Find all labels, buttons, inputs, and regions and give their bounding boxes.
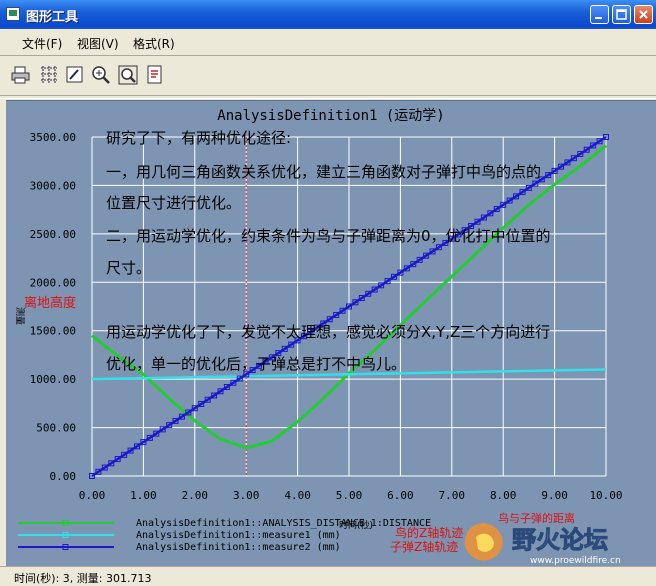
toolbar-separator (0, 95, 656, 99)
maximize-button[interactable] (612, 5, 631, 24)
x-tick-label: 8.00 (490, 489, 517, 502)
y-tick-label: 2000.00 (30, 276, 76, 289)
legend-label: AnalysisDefinition1::measure1 (mm) (136, 530, 341, 541)
y-tick-label: 2500.00 (30, 228, 76, 241)
legend-note-bird: 鸟的Z轴轨迹 (395, 525, 463, 540)
annotation-line-5: 尺寸。 (106, 259, 151, 277)
x-tick-label: 5.00 (336, 489, 363, 502)
y-tick-label: 500.00 (36, 422, 76, 435)
annotation-line-1: 研究了下，有两种优化途径: (106, 129, 291, 147)
menu-format[interactable]: 格式(R) (133, 35, 175, 52)
chart-title: AnalysisDefinition1 (运动学) (217, 108, 444, 124)
legend-note-distance: 鸟与子弹的距离 (498, 511, 575, 525)
y-tick-label: 1000.00 (30, 373, 76, 386)
legend-item: AnalysisDefinition1::measure2 (mm) (18, 542, 341, 553)
x-tick-label: 9.00 (541, 489, 568, 502)
x-tick-label: 1.00 (130, 489, 157, 502)
x-tick-label: 7.00 (439, 489, 466, 502)
watermark-logo-icon (464, 523, 503, 561)
format-icon[interactable] (64, 64, 86, 86)
chart-panel[interactable]: AnalysisDefinition1 (运动学) 0.00 500.00 1000… (6, 100, 656, 567)
menu-bar: 文件(F) 视图(V) 格式(R) (0, 29, 656, 55)
annotation-line-4: 二，用运动学优化，约束条件为鸟与子弹距离为0，优化打中位置的 (106, 227, 551, 245)
title-bar[interactable]: 图形工具 (0, 0, 656, 29)
window-title: 图形工具 (26, 10, 79, 25)
x-tick-label: 2.00 (182, 489, 209, 502)
x-tick-label: 4.00 (284, 489, 311, 502)
legend-item: AnalysisDefinition1::ANALYSIS_DISTANCE_1… (18, 518, 431, 529)
annotation-line-2: 一，用几何三角函数关系优化，建立三角函数对子弹打中鸟的点的 (106, 163, 541, 181)
x-tick-label: 6.00 (387, 489, 414, 502)
y-tick-label: 0.00 (50, 470, 77, 483)
chart-svg[interactable]: AnalysisDefinition1 (运动学) 0.00 500.00 1000… (6, 101, 656, 567)
menu-view[interactable]: 视图(V) (77, 35, 119, 52)
x-tick-label: 10.00 (589, 489, 622, 502)
annotation-line-3: 位置尺寸进行优化。 (106, 194, 241, 212)
annotation-line-7: 优化，单一的优化后，子弹总是打不中鸟儿。 (106, 355, 406, 373)
print-icon[interactable] (10, 64, 32, 86)
watermark-url: www.proewildfire.cn (530, 556, 621, 566)
x-tick-label: 3.00 (233, 489, 260, 502)
app-icon (6, 7, 20, 21)
watermark-text: 野火论坛 (512, 526, 608, 554)
annotation-text: 研究了下，有两种优化途径: 一，用几何三角函数关系优化，建立三角函数对子弹打中鸟… (106, 129, 551, 373)
close-button[interactable] (634, 5, 653, 24)
legend-note-bullet: 子弹Z轴轨迹 (390, 539, 458, 554)
minimize-button[interactable] (590, 5, 609, 24)
status-bar: 时间(秒): 3, 测量: 301.713 (0, 566, 656, 585)
legend: AnalysisDefinition1::ANALYSIS_DISTANCE_1… (18, 518, 431, 553)
y-tick-label: 1500.00 (30, 325, 76, 338)
zoom-fit-icon[interactable] (117, 64, 139, 86)
export-icon[interactable] (144, 64, 166, 86)
toolbar (0, 57, 656, 93)
legend-label: AnalysisDefinition1::ANALYSIS_DISTANCE_1… (136, 518, 431, 529)
legend-item: AnalysisDefinition1::measure1 (mm) (18, 530, 341, 541)
x-tick-labels: 0.00 1.00 2.00 3.00 4.00 5.00 6.00 7.00 8.00 9.00… (79, 489, 623, 502)
y-tick-label: 3500.00 (30, 131, 76, 144)
watermark: 野火论坛 www.proewildfire.cn (464, 523, 621, 566)
grid-icon[interactable] (38, 64, 60, 86)
annotation-line-6: 用运动学优化了下，发觉不太理想，感觉必须分X,Y,Z三个方向进行 (106, 323, 550, 341)
zoom-in-icon[interactable] (90, 64, 112, 86)
y-tick-label: 3000.00 (30, 179, 76, 192)
menu-file[interactable]: 文件(F) (22, 35, 62, 52)
legend-label: AnalysisDefinition1::measure2 (mm) (136, 542, 341, 553)
x-tick-label: 0.00 (79, 489, 106, 502)
height-annotation: 离地高度 (24, 295, 76, 311)
